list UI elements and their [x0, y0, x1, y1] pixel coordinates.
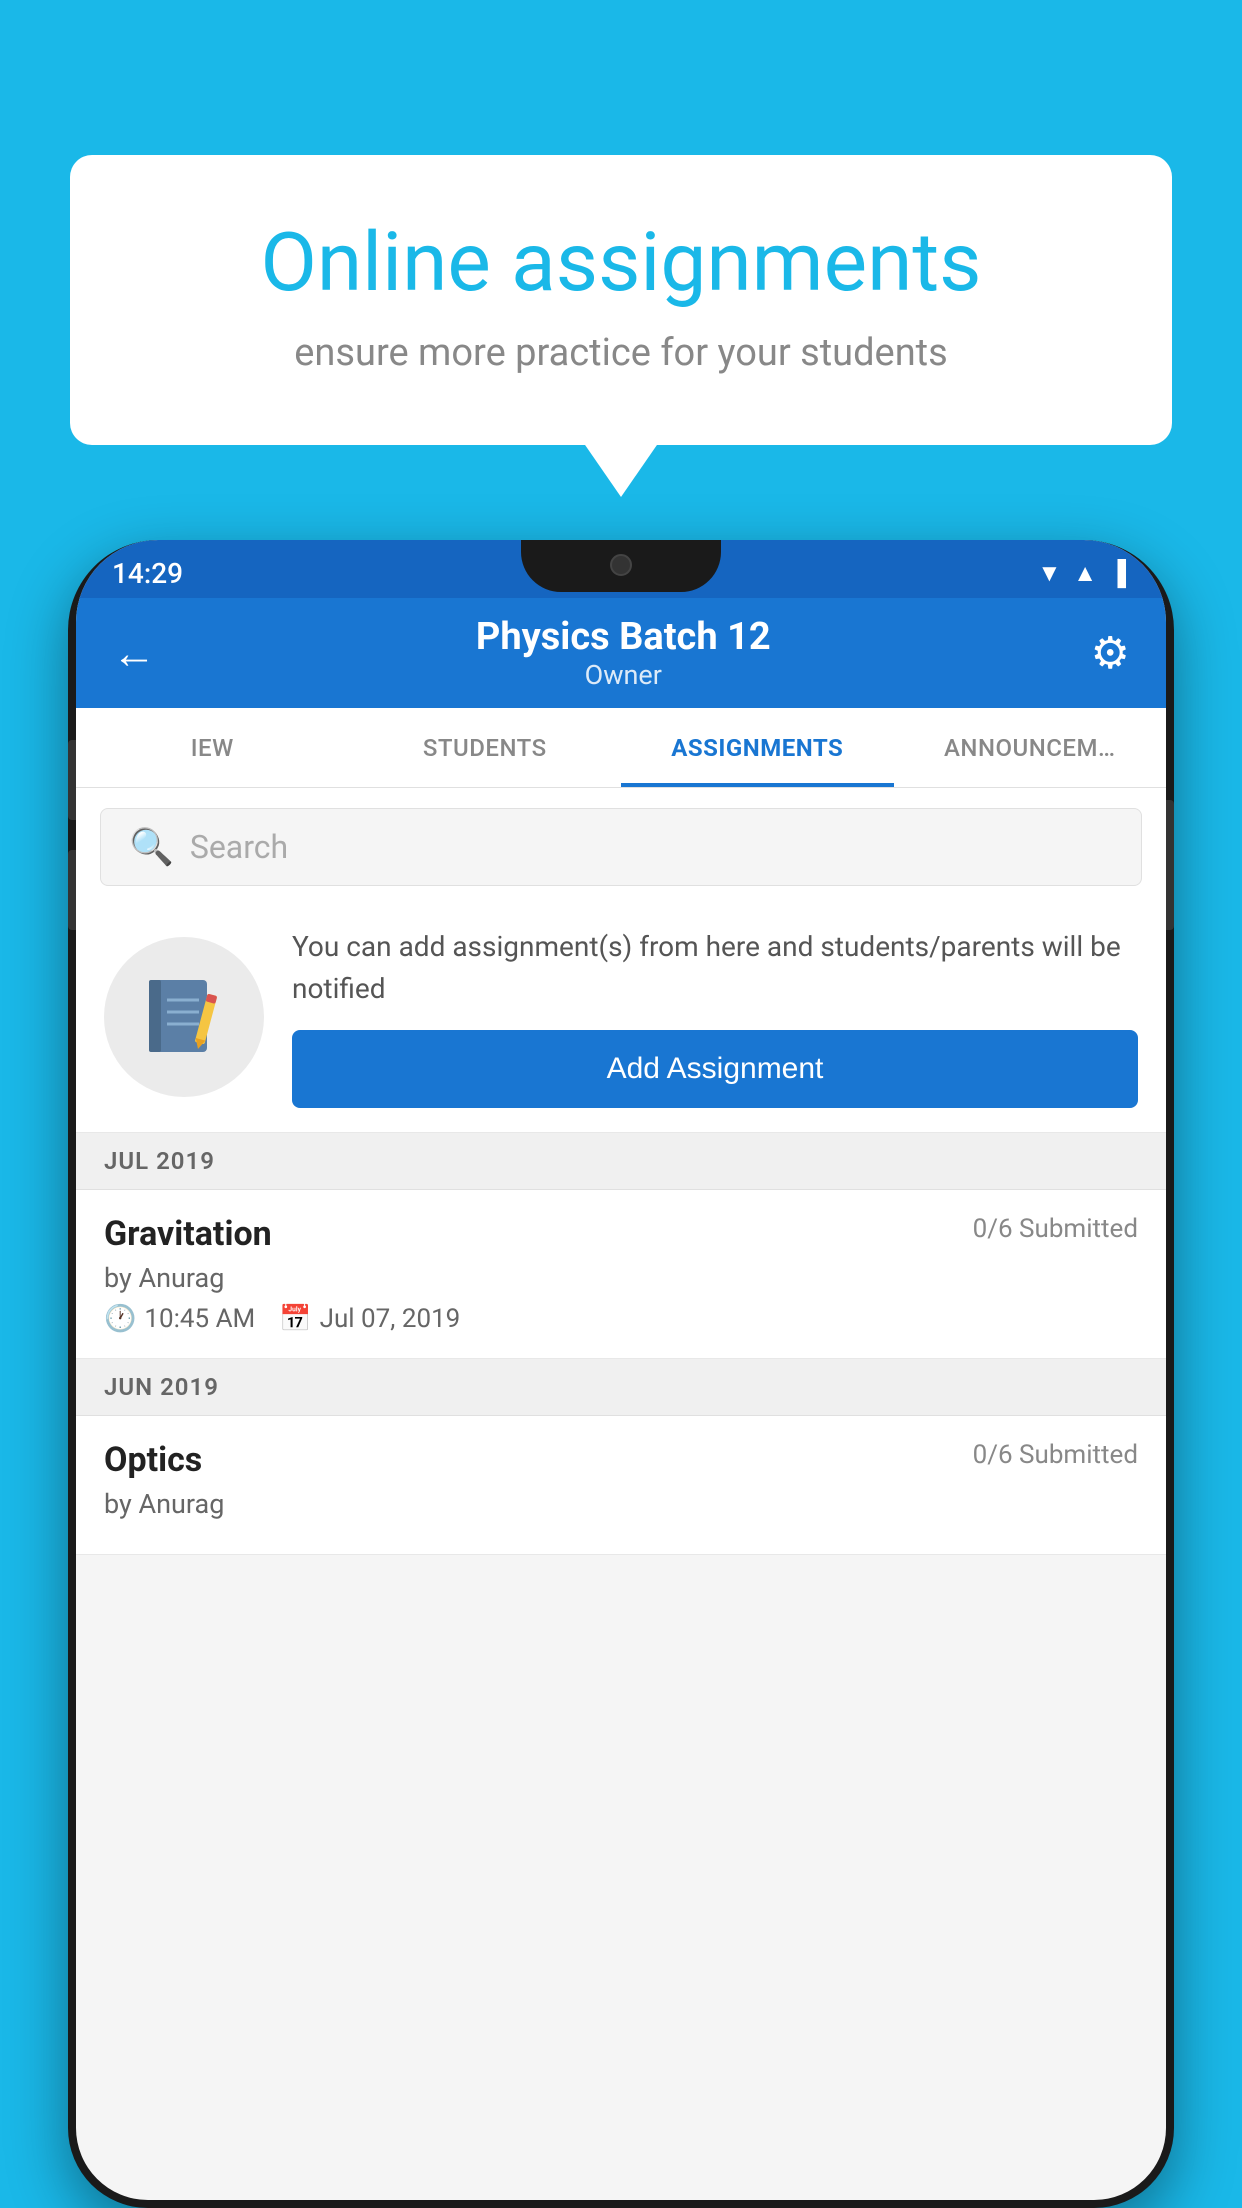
assignment-time: 🕐 10:45 AM — [104, 1304, 255, 1334]
phone-frame: 14:29 ▼ ▲ ▐ ← Physics Batch 12 Owner ⚙ I… — [68, 540, 1174, 2208]
notebook-icon — [139, 972, 229, 1062]
assignment-title: Gravitation — [104, 1214, 272, 1254]
volume-up-button — [68, 740, 76, 820]
assignment-item-gravitation[interactable]: Gravitation 0/6 Submitted by Anurag 🕐 10… — [76, 1190, 1166, 1359]
back-button[interactable]: ← — [112, 627, 156, 679]
phone-screen: 14:29 ▼ ▲ ▐ ← Physics Batch 12 Owner ⚙ I… — [76, 540, 1166, 2200]
speech-bubble-title: Online assignments — [140, 215, 1102, 311]
signal-icon: ▲ — [1073, 559, 1097, 588]
batch-owner: Owner — [476, 659, 771, 691]
phone-notch — [521, 540, 721, 592]
submitted-count: 0/6 Submitted — [973, 1214, 1138, 1244]
tab-assignments[interactable]: ASSIGNMENTS — [621, 708, 894, 787]
batch-title: Physics Batch 12 — [476, 615, 771, 659]
battery-icon: ▐ — [1109, 559, 1126, 588]
tab-students[interactable]: STUDENTS — [349, 708, 622, 787]
status-time: 14:29 — [112, 557, 183, 590]
assignment-date: 📅 Jul 07, 2019 — [279, 1304, 460, 1334]
section-header-jun: JUN 2019 — [76, 1359, 1166, 1416]
section-header-jul: JUL 2019 — [76, 1133, 1166, 1190]
tab-bar: IEW STUDENTS ASSIGNMENTS ANNOUNCEM… — [76, 708, 1166, 788]
assignment-item-header: Gravitation 0/6 Submitted — [104, 1214, 1138, 1254]
search-bar[interactable]: 🔍 Search — [100, 808, 1142, 886]
status-icons: ▼ ▲ ▐ — [1037, 559, 1126, 588]
assignment-meta: 🕐 10:45 AM 📅 Jul 07, 2019 — [104, 1304, 1138, 1334]
assignment-title-optics: Optics — [104, 1440, 202, 1480]
assignment-description: You can add assignment(s) from here and … — [292, 926, 1138, 1010]
search-placeholder: Search — [190, 828, 288, 866]
power-button — [1166, 800, 1174, 930]
wifi-icon: ▼ — [1037, 559, 1061, 588]
assignment-icon-circle — [104, 937, 264, 1097]
assignment-item-optics[interactable]: Optics 0/6 Submitted by Anurag — [76, 1416, 1166, 1555]
assignment-author: by Anurag — [104, 1262, 1138, 1294]
volume-down-button — [68, 850, 76, 930]
submitted-count-optics: 0/6 Submitted — [973, 1440, 1138, 1470]
speech-bubble-subtitle: ensure more practice for your students — [140, 331, 1102, 375]
assignment-author-optics: by Anurag — [104, 1488, 1138, 1520]
calendar-icon: 📅 — [279, 1304, 311, 1334]
assignment-item-header-optics: Optics 0/6 Submitted — [104, 1440, 1138, 1480]
speech-bubble: Online assignments ensure more practice … — [70, 155, 1172, 445]
tab-iew[interactable]: IEW — [76, 708, 349, 787]
search-icon: 🔍 — [129, 826, 174, 868]
header-center: Physics Batch 12 Owner — [476, 615, 771, 691]
front-camera — [610, 554, 632, 576]
clock-icon: 🕐 — [104, 1304, 136, 1334]
settings-icon[interactable]: ⚙ — [1091, 627, 1130, 679]
tab-announcements[interactable]: ANNOUNCEM… — [894, 708, 1167, 787]
speech-bubble-container: Online assignments ensure more practice … — [70, 155, 1172, 445]
content-area: 🔍 Search — [76, 788, 1166, 1555]
app-header: ← Physics Batch 12 Owner ⚙ — [76, 598, 1166, 708]
add-assignment-button[interactable]: Add Assignment — [292, 1030, 1138, 1108]
add-assignment-banner: You can add assignment(s) from here and … — [76, 902, 1166, 1133]
assignment-info: You can add assignment(s) from here and … — [292, 926, 1138, 1108]
